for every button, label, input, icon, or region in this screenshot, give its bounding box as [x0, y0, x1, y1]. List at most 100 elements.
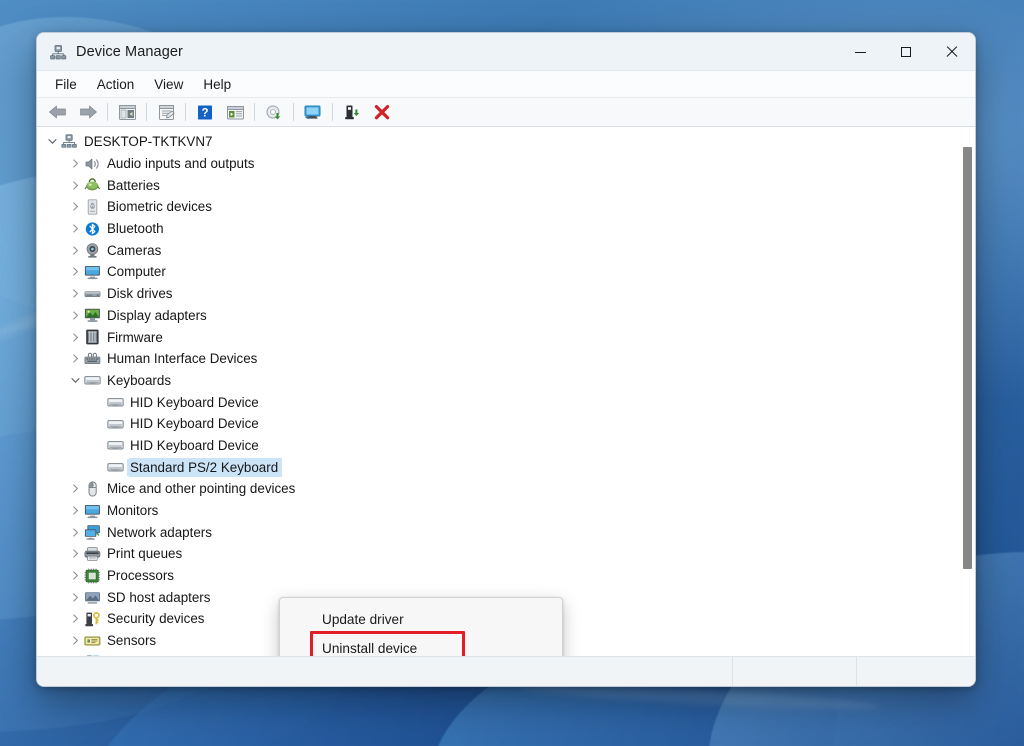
tree-item[interactable]: Cameras	[37, 239, 961, 261]
context-menu[interactable]: Update driver Uninstall device Scan for …	[279, 597, 563, 656]
toolbar-separator	[254, 103, 255, 121]
tree-item-label: Batteries	[107, 177, 160, 193]
device-tree[interactable]: DESKTOP-TKTKVN7 Audio inputs and outputs B…	[37, 131, 961, 656]
window-title: Device Manager	[76, 43, 183, 60]
monitor-icon	[84, 264, 101, 280]
chevron-right-icon[interactable]	[66, 202, 84, 211]
tree-item[interactable]: Disk drives	[37, 283, 961, 305]
chevron-down-icon[interactable]	[66, 376, 84, 385]
chevron-down-icon[interactable]	[43, 137, 61, 146]
scan-hardware-changes-icon[interactable]	[298, 99, 328, 125]
back-arrow-icon[interactable]	[43, 99, 73, 125]
tree-item-label: HID Keyboard Device	[130, 416, 259, 432]
toolbar-separator	[293, 103, 294, 121]
chevron-right-icon[interactable]	[66, 484, 84, 493]
toolbar: ?	[37, 98, 975, 127]
menu-item-file[interactable]: File	[45, 74, 87, 95]
chevron-right-icon[interactable]	[66, 289, 84, 298]
tree-item[interactable]: Biometric devices	[37, 196, 961, 218]
keyboard-icon	[107, 416, 124, 432]
menu-item-view[interactable]: View	[144, 74, 193, 95]
menu-item-action[interactable]: Action	[87, 74, 145, 95]
window-controls	[837, 33, 975, 71]
help-icon[interactable]: ?	[190, 99, 220, 125]
tree-root-node[interactable]: DESKTOP-TKTKVN7	[37, 131, 961, 153]
chevron-right-icon[interactable]	[66, 593, 84, 602]
minimize-button[interactable]	[837, 33, 883, 71]
tree-item[interactable]: HID Keyboard Device	[37, 391, 961, 413]
chevron-right-icon[interactable]	[66, 311, 84, 320]
tree-item[interactable]: Print queues	[37, 543, 961, 565]
tree-item[interactable]: Firmware	[37, 326, 961, 348]
tree-item[interactable]: Batteries	[37, 174, 961, 196]
tree-item[interactable]: Display adapters	[37, 305, 961, 327]
sd-host-icon	[84, 589, 101, 605]
forward-arrow-icon[interactable]	[73, 99, 103, 125]
show-hide-console-tree-icon[interactable]	[112, 99, 142, 125]
firmware-icon	[84, 329, 101, 345]
toolbar-separator	[107, 103, 108, 121]
tree-item-label: Monitors	[107, 503, 159, 519]
computer-root-icon	[61, 134, 78, 150]
chevron-right-icon[interactable]	[66, 354, 84, 363]
chevron-right-icon[interactable]	[66, 159, 84, 168]
monitor-icon	[84, 503, 101, 519]
view-devices-icon[interactable]	[220, 99, 250, 125]
tree-item[interactable]: Human Interface Devices	[37, 348, 961, 370]
chevron-right-icon[interactable]	[66, 246, 84, 255]
device-manager-window: Device Manager File Action View Help ? D…	[36, 32, 976, 687]
chevron-right-icon[interactable]	[66, 224, 84, 233]
tree-item[interactable]: Monitors	[37, 500, 961, 522]
vertical-scrollbar[interactable]	[961, 129, 974, 654]
enable-device-icon[interactable]	[337, 99, 367, 125]
tree-item-label: Keyboards	[107, 372, 172, 388]
chevron-right-icon[interactable]	[66, 549, 84, 558]
chevron-right-icon[interactable]	[66, 181, 84, 190]
toolbar-separator	[332, 103, 333, 121]
chevron-right-icon[interactable]	[66, 571, 84, 580]
biometric-icon	[84, 199, 101, 215]
chevron-right-icon[interactable]	[66, 528, 84, 537]
tree-item-label: HID Keyboard Device	[130, 394, 259, 410]
battery-icon	[84, 177, 101, 193]
menu-bar: File Action View Help	[37, 71, 975, 98]
menu-item-help[interactable]: Help	[193, 74, 241, 95]
context-menu-item-update-driver[interactable]: Update driver	[280, 605, 562, 634]
tree-item[interactable]: Keyboards	[37, 370, 961, 392]
speaker-icon	[84, 156, 101, 172]
tree-item[interactable]: Computer	[37, 261, 961, 283]
title-bar: Device Manager	[37, 33, 975, 71]
chevron-right-icon[interactable]	[66, 506, 84, 515]
chevron-right-icon[interactable]	[66, 332, 84, 342]
tree-item[interactable]: Standard PS/2 Keyboard	[37, 456, 961, 478]
maximize-button[interactable]	[883, 33, 929, 71]
tree-item[interactable]: HID Keyboard Device	[37, 413, 961, 435]
bluetooth-icon	[84, 221, 101, 237]
tree-item[interactable]: Audio inputs and outputs	[37, 153, 961, 175]
close-icon	[946, 46, 958, 58]
keyboard-icon	[84, 372, 101, 388]
context-menu-item-uninstall-device[interactable]: Uninstall device	[280, 634, 562, 656]
status-bar-pane-2	[733, 657, 857, 686]
tree-item[interactable]: Processors	[37, 565, 961, 587]
close-button[interactable]	[929, 33, 975, 71]
disk-drive-icon	[84, 286, 101, 302]
vertical-scrollbar-thumb[interactable]	[963, 147, 972, 569]
tree-item-label: Software components	[107, 654, 240, 656]
chevron-right-icon[interactable]	[66, 636, 84, 645]
chevron-right-icon[interactable]	[66, 267, 84, 277]
tree-item[interactable]: Mice and other pointing devices	[37, 478, 961, 500]
tree-item[interactable]: Bluetooth	[37, 218, 961, 240]
tree-item[interactable]: Network adapters	[37, 521, 961, 543]
status-bar-pane-3	[857, 657, 975, 686]
tree-item-label: Cameras	[107, 242, 162, 258]
tree-item[interactable]: HID Keyboard Device	[37, 435, 961, 457]
display-adapter-icon	[84, 307, 101, 323]
chevron-right-icon[interactable]	[66, 614, 84, 624]
uninstall-device-icon[interactable]	[367, 99, 397, 125]
tree-item-label: Security devices	[107, 611, 205, 627]
svg-text:?: ?	[201, 107, 208, 119]
update-driver-icon[interactable]	[259, 99, 289, 125]
properties-icon[interactable]	[151, 99, 181, 125]
tree-item-label: Mice and other pointing devices	[107, 481, 296, 497]
